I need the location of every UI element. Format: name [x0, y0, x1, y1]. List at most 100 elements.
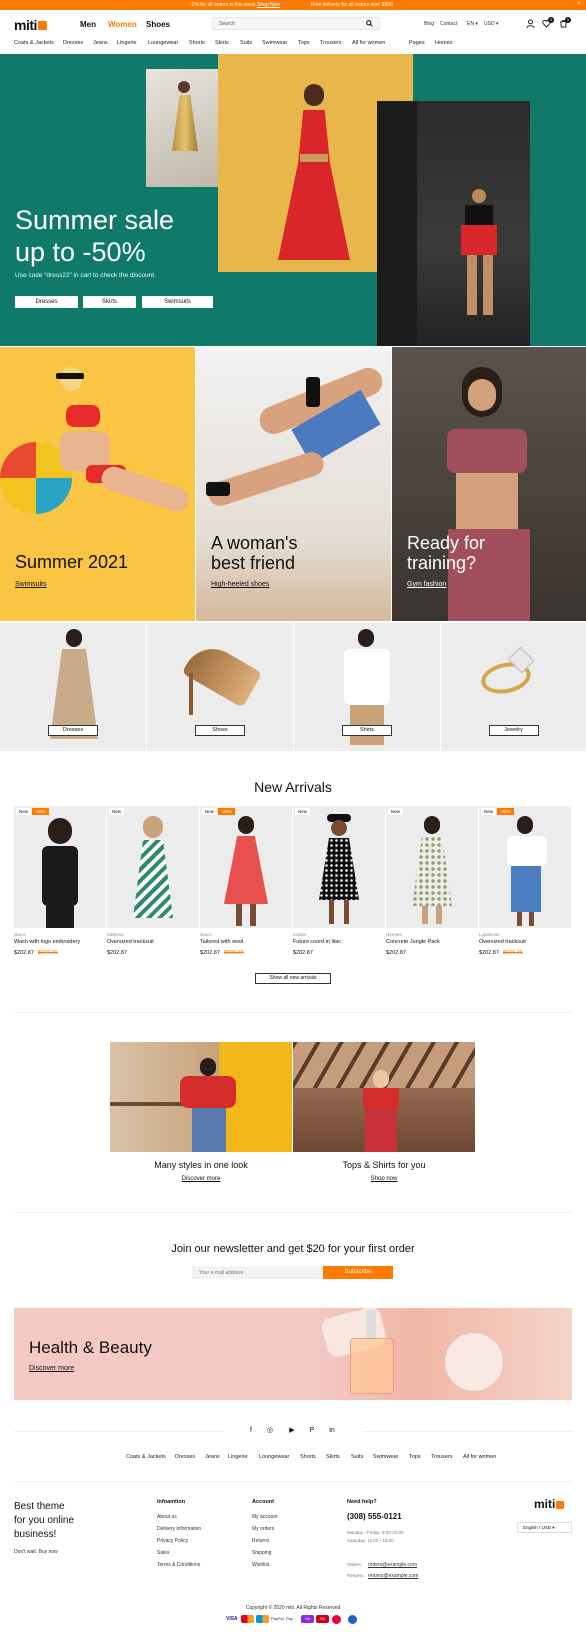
nav-coats-jackets[interactable]: Coats & Jackets	[14, 40, 54, 46]
nav-all-for-women[interactable]: All for women	[352, 40, 385, 46]
delivery-message: Free delivery for all orders over $300	[311, 2, 393, 8]
product-name[interactable]: Concrete Jungle Pack	[386, 939, 440, 945]
product-name[interactable]: Future coord in lilac	[293, 939, 341, 945]
footer-nav-all-for-women[interactable]: All for women	[463, 1454, 496, 1460]
nav-dresses[interactable]: Dresses	[63, 40, 83, 46]
logo[interactable]: miti	[14, 17, 47, 33]
product-image[interactable]	[200, 806, 292, 928]
search-input[interactable]: Search	[212, 17, 380, 30]
health-beauty-banner[interactable]: Health & Beauty Discover more	[14, 1308, 572, 1400]
promo-shop-now-link[interactable]: Shop now	[293, 1176, 475, 1182]
pinterest-icon[interactable]: P	[307, 1426, 317, 1436]
language-currency-select[interactable]: English / USD ▾	[517, 1522, 572, 1533]
banner-gym-link[interactable]: Gym fashion	[407, 581, 446, 588]
footer-nav-coats-jackets[interactable]: Coats & Jackets	[126, 1454, 166, 1460]
product-image[interactable]	[107, 806, 199, 928]
phone-number[interactable]: (308) 555-0121	[347, 1512, 402, 1521]
blog-link[interactable]: Blog	[424, 21, 434, 27]
health-discover-link[interactable]: Discover more	[29, 1365, 74, 1372]
nav-trousers[interactable]: Trousers	[320, 40, 342, 46]
returns-email-link[interactable]: returns@example.com	[368, 1573, 418, 1579]
my-account-link[interactable]: My account	[252, 1514, 278, 1520]
product-name[interactable]: Oversized tracksuit	[107, 939, 154, 945]
footer-nav-suits[interactable]: Suits	[351, 1454, 363, 1460]
nav-shorts[interactable]: Shorts	[189, 40, 205, 46]
category-tile-jewelry[interactable]: Jewelry	[441, 623, 586, 751]
footer-nav-loungewear[interactable]: Loungewear	[259, 1454, 289, 1460]
user-icon[interactable]	[526, 19, 535, 28]
nav-lingerie[interactable]: Lingerie	[117, 40, 137, 46]
banner-swimsuits-link[interactable]: Swimsuits	[15, 581, 47, 588]
product-image[interactable]	[479, 806, 571, 928]
privacy-policy-link[interactable]: Privacy Policy	[157, 1538, 188, 1544]
nav-swimwear[interactable]: Swimwear	[262, 40, 287, 46]
product-image[interactable]	[293, 806, 385, 928]
nav-suits[interactable]: Suits	[240, 40, 252, 46]
category-jewelry-button[interactable]: Jewelry	[488, 725, 539, 736]
my-orders-link[interactable]: My orders	[252, 1526, 274, 1532]
nav-tops[interactable]: Tops	[298, 40, 310, 46]
category-tile-shoes[interactable]: Shoes	[147, 623, 293, 751]
search-icon[interactable]	[366, 20, 373, 27]
promo-image-tops[interactable]	[293, 1042, 475, 1152]
banner-high-heels-link[interactable]: High-heeled shoes	[211, 581, 269, 588]
hero-swimsuits-button[interactable]: Swimsuits	[142, 296, 213, 308]
footer-nav-skirts[interactable]: Skirts	[326, 1454, 340, 1460]
footer-logo[interactable]: miti	[534, 1497, 565, 1511]
contact-link[interactable]: Contact	[440, 21, 457, 27]
shop-now-link[interactable]: Shop Now	[257, 2, 280, 8]
sales-link[interactable]: Sales	[157, 1550, 170, 1556]
footer-nav-jeans[interactable]: Jeans	[205, 1454, 220, 1460]
footer-nav-swimwear[interactable]: Swimwear	[373, 1454, 398, 1460]
category-shirts-button[interactable]: Shirts	[342, 725, 392, 736]
nav-pages[interactable]: Pages	[409, 40, 425, 46]
gender-women[interactable]: Women	[108, 20, 137, 29]
promo-discover-link[interactable]: Discover more	[110, 1176, 292, 1182]
category-tile-dresses[interactable]: Dresses	[0, 623, 146, 751]
nav-jeans[interactable]: Jeans	[93, 40, 108, 46]
delivery-info-link[interactable]: Delivery information	[157, 1526, 201, 1532]
returns-link[interactable]: Returns	[252, 1538, 270, 1544]
shipping-link[interactable]: Shipping	[252, 1550, 271, 1556]
orders-email-link[interactable]: orders@example.com	[368, 1562, 417, 1568]
show-all-new-arrivals-button[interactable]: Show all new arrivals	[255, 973, 331, 984]
footer-nav-tops[interactable]: Tops	[409, 1454, 421, 1460]
language-select[interactable]: EN ▾	[467, 21, 478, 27]
linkedin-icon[interactable]: in	[327, 1426, 337, 1436]
banner-shoes[interactable]: A woman's best friend High-heeled shoes	[196, 347, 391, 621]
category-tile-shirts[interactable]: Shirts	[294, 623, 440, 751]
youtube-icon[interactable]: ▶	[287, 1426, 297, 1436]
nav-skirts[interactable]: Skirts	[215, 40, 229, 46]
newsletter-email-input[interactable]	[192, 1266, 323, 1279]
terms-link[interactable]: Terms & Conditions	[157, 1562, 200, 1568]
product-name[interactable]: Oversized tracksuit	[479, 939, 526, 945]
hero-dresses-button[interactable]: Dresses	[15, 296, 78, 308]
nav-loungewear[interactable]: Loungewear	[148, 40, 178, 46]
hero-skirts-button[interactable]: Skirts	[83, 296, 136, 308]
footer-nav-dresses[interactable]: Dresses	[175, 1454, 195, 1460]
footer-nav-lingerie[interactable]: Lingerie	[228, 1454, 248, 1460]
gender-shoes[interactable]: Shoes	[146, 20, 170, 29]
product-image[interactable]	[14, 806, 106, 928]
close-icon[interactable]: ×	[577, 1, 581, 7]
subscribe-button[interactable]: Subscribe	[323, 1266, 393, 1279]
promo-image-styles[interactable]	[110, 1042, 292, 1152]
product-name[interactable]: Wash with logo embroidery	[14, 939, 80, 945]
category-shoes-button[interactable]: Shoes	[195, 725, 245, 736]
product-name[interactable]: Tailored with wool	[200, 939, 243, 945]
wishlist-link[interactable]: Wishlist	[252, 1562, 269, 1568]
category-dresses-button[interactable]: Dresses	[48, 725, 98, 736]
product-image[interactable]	[386, 806, 478, 928]
currency-select[interactable]: USD ▾	[484, 21, 498, 27]
banner-training[interactable]: Ready for training? Gym fashion	[392, 347, 586, 621]
about-us-link[interactable]: About us	[157, 1514, 177, 1520]
nav-homes[interactable]: Homes	[435, 40, 452, 46]
facebook-icon[interactable]: f	[246, 1426, 256, 1436]
footer-nav-shorts[interactable]: Shorts	[300, 1454, 316, 1460]
discount-badge: -20%	[32, 808, 49, 815]
banner-summer[interactable]: Summer 2021 Swimsuits	[0, 347, 195, 621]
divider	[14, 1481, 572, 1482]
instagram-icon[interactable]: ◎	[265, 1426, 275, 1436]
footer-nav-trousers[interactable]: Trousers	[431, 1454, 453, 1460]
gender-men[interactable]: Men	[80, 20, 96, 29]
